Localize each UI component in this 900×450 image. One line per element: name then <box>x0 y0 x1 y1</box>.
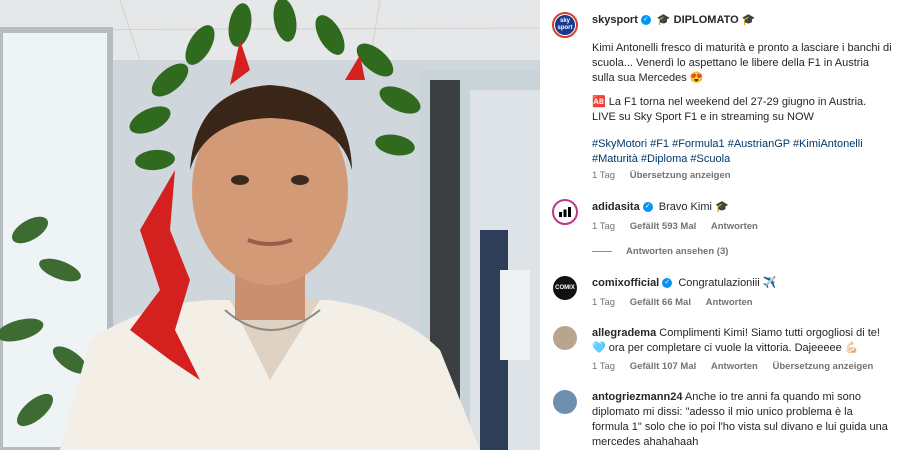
comment-username[interactable]: comixofficial <box>592 277 659 289</box>
caption-meta: 1 Tag Übersetzung anzeigen <box>592 170 743 181</box>
translate-comment-link[interactable]: Übersetzung anzeigen <box>773 361 874 372</box>
comment-allegradema: allegradema Complimenti Kimi! Siamo tutt… <box>592 326 892 356</box>
comment-username[interactable]: antogriezmann24 <box>592 391 682 403</box>
adidas-logo-icon <box>559 207 571 217</box>
reply-button[interactable]: Antworten <box>706 297 753 308</box>
post-author[interactable]: skysport <box>592 14 638 26</box>
comment-meta: 1 Tag Gefällt 66 Mal Antworten <box>592 297 765 308</box>
post-author-suffix: 🎓 DIPLOMATO 🎓 <box>656 14 756 26</box>
comment-likes[interactable]: Gefällt 107 Mal <box>630 361 697 372</box>
comment-text: Bravo Kimi 🎓 <box>658 201 729 213</box>
comment-meta: 1 Tag Gefällt 107 Mal Antworten Übersetz… <box>592 361 885 372</box>
comment-likes[interactable]: Gefällt 66 Mal <box>630 297 691 308</box>
comment-likes[interactable]: Gefällt 593 Mal <box>630 221 697 232</box>
comment-adidasita: adidasita ✓ Bravo Kimi 🎓 <box>592 200 729 215</box>
post-photo[interactable] <box>0 0 540 450</box>
verified-badge-icon: ✓ <box>640 15 651 26</box>
reply-button[interactable]: Antworten <box>711 361 758 372</box>
antogriezmann24-avatar[interactable] <box>553 390 577 414</box>
comment-text: Congratulazioniii ✈️ <box>678 277 777 289</box>
sky-sport-logo: sky sport <box>555 15 575 35</box>
reply-button[interactable]: Antworten <box>711 221 758 232</box>
caption-hashtags[interactable]: #SkyMotori #F1 #Formula1 #AustrianGP #Ki… <box>592 137 892 167</box>
replies-divider <box>592 251 612 252</box>
comment-time: 1 Tag <box>592 221 616 232</box>
caption-text-2: 🆎 La F1 torna nel weekend del 27-29 giug… <box>592 96 867 123</box>
view-replies-label: Antworten ansehen (3) <box>626 246 729 257</box>
verified-badge-icon: ✓ <box>642 202 653 213</box>
allegradema-avatar[interactable] <box>553 326 577 350</box>
comixofficial-avatar[interactable]: COMIX <box>553 276 577 300</box>
comment-time: 1 Tag <box>592 297 616 308</box>
adidasita-avatar[interactable] <box>552 199 578 225</box>
comment-antogriezmann24: antogriezmann24 Anche io tre anni fa qua… <box>592 390 892 450</box>
translate-caption-link[interactable]: Übersetzung anzeigen <box>630 170 731 181</box>
comix-logo: COMIX <box>555 285 575 291</box>
caption-text-1: Kimi Antonelli fresco di maturità e pron… <box>592 42 892 84</box>
comment-time: 1 Tag <box>592 361 616 372</box>
comment-username[interactable]: allegradema <box>592 327 656 339</box>
post-header: skysport ✓ 🎓 DIPLOMATO 🎓 <box>592 13 755 28</box>
caption-time: 1 Tag <box>592 170 616 181</box>
comment-username[interactable]: adidasita <box>592 201 640 213</box>
verified-badge-icon: ✓ <box>662 278 673 289</box>
view-replies-button[interactable]: Antworten ansehen (3) <box>592 246 728 257</box>
skysport-avatar[interactable]: sky sport <box>552 12 578 38</box>
post-image <box>0 0 540 450</box>
comment-meta: 1 Tag Gefällt 593 Mal Antworten <box>592 221 770 232</box>
comment-comixofficial: comixofficial ✓ Congratulazioniii ✈️ <box>592 276 776 291</box>
